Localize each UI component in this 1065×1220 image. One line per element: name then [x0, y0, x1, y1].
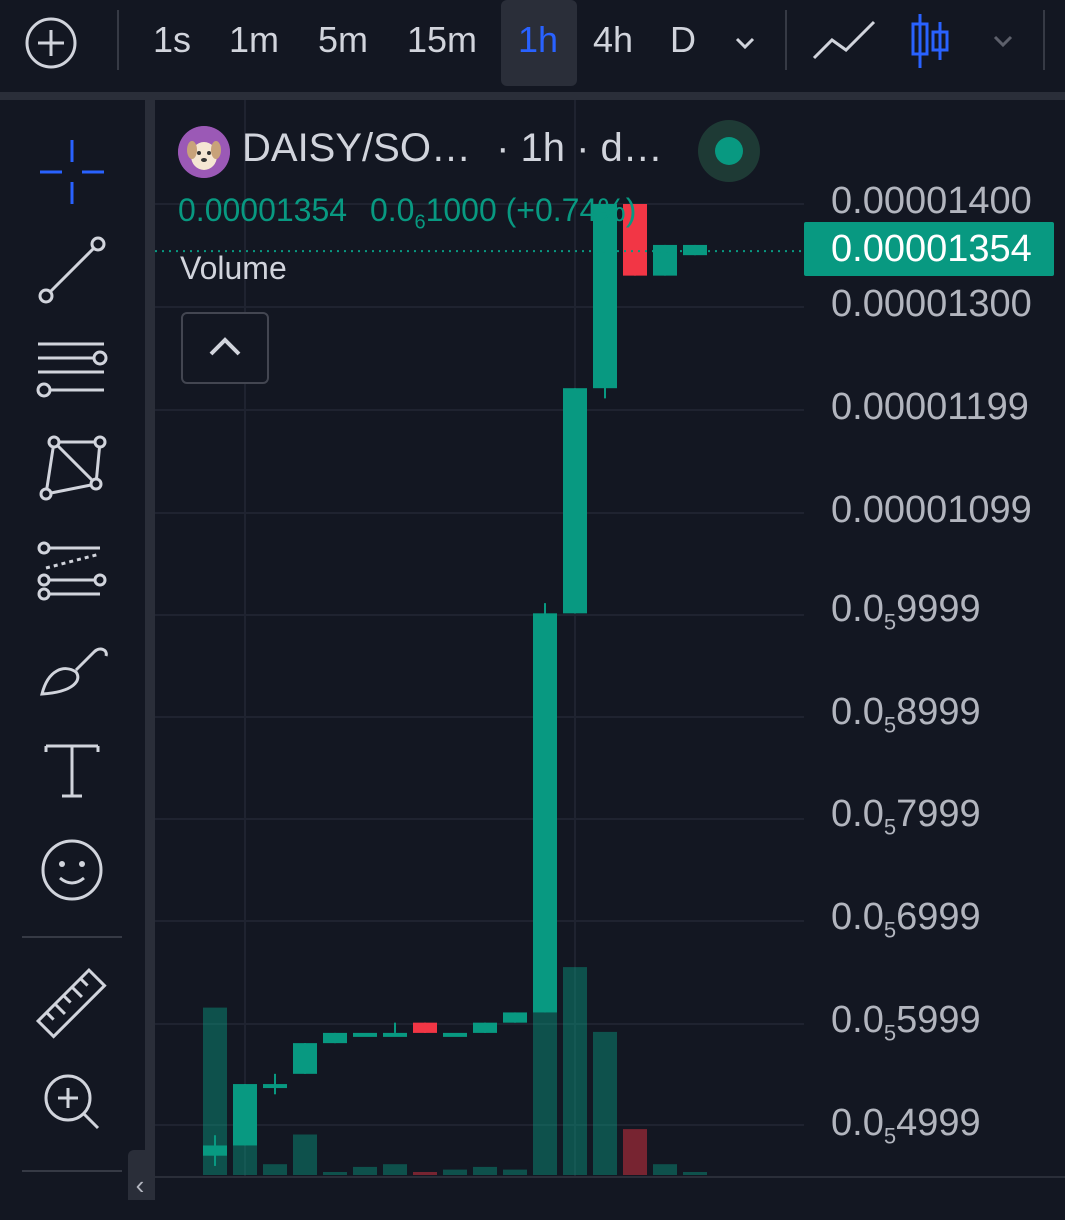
volume-bar [503, 1169, 527, 1175]
measure-tool[interactable] [30, 962, 114, 1046]
crosshair-icon [40, 140, 104, 204]
timeframe-dropdown-button[interactable] [730, 28, 760, 58]
symbol-meta: · 1h · d… [496, 126, 663, 170]
brush-tool[interactable] [30, 630, 114, 714]
plus-circle-icon [25, 17, 77, 69]
chevron-down-icon [735, 37, 755, 50]
candle-body [533, 613, 557, 1013]
toolbar-separator [22, 1170, 122, 1172]
timeframe-1h[interactable]: 1h [518, 0, 558, 84]
add-symbol-button[interactable] [24, 16, 78, 70]
legend-price: 0.00001354 [178, 192, 348, 228]
fib-retracement-tool[interactable] [30, 328, 114, 412]
candle-body [323, 1032, 347, 1044]
volume-bar [293, 1134, 317, 1175]
candlestick-chart-type-button[interactable] [908, 12, 952, 70]
volume-bar [263, 1164, 287, 1175]
price-axis-label: 0.056999 [831, 896, 981, 943]
volume-bar [563, 967, 587, 1175]
legend-change: 0.061000 (+0.74%) [369, 192, 637, 234]
candle-body [353, 1032, 377, 1037]
xabcd-pattern-icon [39, 435, 107, 501]
price-axis-label: 0.059999 [831, 588, 981, 635]
timeframe-5m[interactable]: 5m [318, 0, 368, 84]
timeframe-15m[interactable]: 15m [407, 0, 477, 84]
line-chart-icon [812, 20, 876, 60]
market-status-indicator[interactable] [698, 120, 760, 182]
chart-type-dropdown-button[interactable] [988, 26, 1018, 56]
toolbar-separator [1043, 10, 1045, 70]
pattern-tool[interactable] [30, 428, 114, 512]
volume-bar [623, 1129, 647, 1175]
legend-values: 0.00001354 0.061000 (+0.74%) [178, 192, 636, 234]
timeframe-1m[interactable]: 1m [229, 0, 279, 84]
price-axis-label: 0.057999 [831, 793, 981, 840]
volume-bar [443, 1169, 467, 1175]
price-axis-label: 0.055999 [831, 999, 981, 1046]
candle-body [383, 1032, 407, 1037]
symbol-title[interactable]: DAISY/SO… · 1h · d… [242, 126, 663, 171]
emoji-tool[interactable] [30, 828, 114, 912]
forecast-tool[interactable] [30, 528, 114, 612]
candle-body [503, 1012, 527, 1023]
zoom-in-icon [44, 1074, 100, 1130]
candle-body [233, 1084, 257, 1146]
brush-icon [40, 647, 108, 696]
candle-body [203, 1145, 227, 1156]
price-axis-label: 0.054999 [831, 1102, 981, 1149]
chevron-up-icon [209, 337, 241, 356]
text-tool[interactable] [30, 730, 114, 814]
ruler-icon [35, 967, 107, 1039]
chevron-down-icon [993, 35, 1013, 48]
volume-bar [413, 1172, 437, 1175]
toolbar-separator [785, 10, 787, 70]
top-toolbar: 1s 1m 5m 15m 1h 4h D [0, 0, 1065, 100]
timeframe-4h[interactable]: 4h [593, 0, 633, 84]
candle-body [683, 244, 707, 256]
dog-logo-icon [178, 126, 230, 178]
hide-toolbar-button[interactable]: ‹ [128, 1150, 152, 1200]
chevron-left-icon: ‹ [135, 1170, 145, 1200]
volume-bar [383, 1164, 407, 1175]
line-chart-type-button[interactable] [812, 18, 878, 64]
status-dot [715, 137, 743, 165]
collapse-legend-button[interactable] [181, 312, 269, 384]
horizontal-lines-icon [36, 342, 108, 398]
token-avatar [178, 126, 230, 178]
text-icon [44, 744, 100, 798]
zoom-in-tool[interactable] [30, 1060, 114, 1144]
volume-bar [323, 1172, 347, 1175]
volume-bar [683, 1172, 707, 1175]
volume-bar [593, 1031, 617, 1175]
candle-body [263, 1084, 287, 1089]
candle-body [293, 1043, 317, 1074]
trend-line-icon [38, 236, 106, 304]
timeframe-1s[interactable]: 1s [153, 0, 191, 84]
volume-bar [353, 1166, 377, 1175]
symbol-name: DAISY/SO… [242, 126, 471, 170]
candle-body [653, 244, 677, 276]
volume-bar [653, 1164, 677, 1175]
trend-line-tool[interactable] [30, 228, 114, 312]
smiley-icon [41, 839, 103, 901]
timeframe-d[interactable]: D [670, 0, 696, 84]
toolbar-separator [22, 936, 122, 938]
toolbar-separator [117, 10, 119, 70]
candle-body [443, 1032, 467, 1037]
drawing-toolbar [0, 100, 155, 1200]
candle-body [563, 388, 587, 614]
volume-bar [473, 1166, 497, 1175]
price-axis-label: 0.058999 [831, 691, 981, 738]
price-axis-label: 0.00001300 [831, 283, 1032, 325]
candle-body [413, 1022, 437, 1033]
volume-label: Volume [180, 250, 287, 286]
price-axis-label: 0.00001400 [831, 180, 1032, 222]
crosshair-tool[interactable] [30, 130, 114, 214]
prediction-icon [37, 541, 107, 601]
current-price-label: 0.00001354 [804, 222, 1054, 276]
price-axis-label: 0.00001199 [831, 386, 1029, 428]
candle-body [473, 1022, 497, 1033]
candlestick-icon [911, 14, 949, 68]
price-axis-label: 0.00001099 [831, 489, 1032, 531]
